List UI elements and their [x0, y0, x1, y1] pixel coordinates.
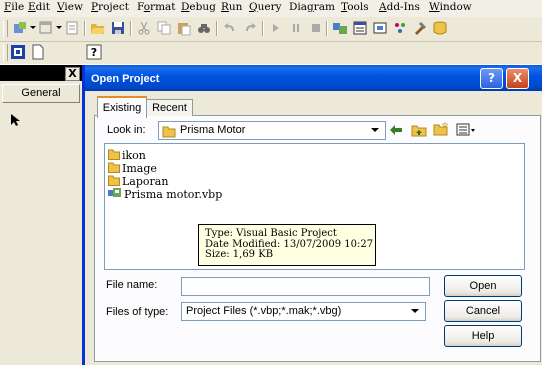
- toolbar-grip[interactable]: [3, 44, 8, 61]
- find-icon[interactable]: [196, 20, 212, 36]
- menu-editor-icon[interactable]: [64, 20, 80, 36]
- tooltip-type: Type: Visual Basic Project: [205, 228, 337, 239]
- project-explorer-icon[interactable]: [332, 20, 348, 36]
- folder-icon: [162, 123, 176, 142]
- file-name: ikon: [122, 149, 146, 162]
- open-folder-icon[interactable]: [90, 20, 106, 36]
- file-name: Prisma motor.vbp: [124, 188, 223, 201]
- list-item[interactable]: ikon: [108, 149, 146, 162]
- files-of-type-label: Files of type:: [106, 306, 169, 318]
- dropdown-arrow-icon[interactable]: [30, 26, 36, 29]
- cut-icon[interactable]: [136, 20, 152, 36]
- look-in-label: Look in:: [107, 124, 146, 136]
- menu-file[interactable]: File: [4, 1, 24, 13]
- folder-icon: [108, 162, 120, 176]
- toolbar-separator: [216, 21, 218, 36]
- file-name: Laporan: [122, 175, 169, 188]
- svg-text:?: ?: [91, 46, 97, 59]
- save-icon[interactable]: [110, 20, 126, 36]
- menu-bar: File Edit View Project Format Debug Run …: [0, 0, 542, 17]
- dialog-title: Open Project: [91, 73, 160, 85]
- menu-format[interactable]: Format: [137, 1, 176, 13]
- add-project-icon[interactable]: [12, 20, 28, 36]
- menu-query[interactable]: Query: [249, 1, 282, 13]
- help-icon[interactable]: ?: [86, 44, 102, 60]
- bring-to-front-icon[interactable]: [10, 44, 26, 60]
- start-icon[interactable]: [268, 20, 284, 36]
- properties-window-icon[interactable]: [352, 20, 368, 36]
- help-button[interactable]: Help: [444, 325, 522, 347]
- toolbox-general-tab[interactable]: General: [2, 84, 80, 103]
- open-button[interactable]: Open: [444, 275, 522, 297]
- new-document-icon[interactable]: [30, 44, 46, 60]
- vb-project-icon: [108, 187, 122, 202]
- menu-run[interactable]: Run: [221, 1, 242, 13]
- back-icon[interactable]: [389, 122, 403, 141]
- title-close-button[interactable]: X: [506, 68, 529, 89]
- form-editor-toolbar: ?: [0, 42, 542, 64]
- toolbox-icon[interactable]: [412, 20, 428, 36]
- undo-icon[interactable]: [222, 20, 238, 36]
- menu-diagram[interactable]: Diagram: [289, 1, 335, 13]
- cancel-button[interactable]: Cancel: [444, 300, 522, 322]
- toolbox-close-button[interactable]: X: [65, 67, 80, 81]
- file-name-input[interactable]: [181, 277, 430, 296]
- tooltip-size: Size: 1,69 KB: [205, 249, 274, 260]
- menu-view[interactable]: View: [57, 1, 83, 13]
- tab-existing[interactable]: Existing: [97, 96, 147, 118]
- view-menu-icon[interactable]: [456, 122, 476, 141]
- menu-edit[interactable]: Edit: [28, 1, 50, 13]
- paste-icon[interactable]: [176, 20, 192, 36]
- pointer-icon[interactable]: [10, 112, 22, 131]
- files-of-type-value: Project Files (*.vbp;*.mak;*.vbg): [186, 305, 342, 317]
- look-in-dropdown-button[interactable]: [367, 122, 382, 137]
- toolbox-panel: [0, 65, 83, 365]
- files-of-type-dropdown-button[interactable]: [407, 303, 422, 318]
- file-name-label: File name:: [106, 279, 158, 291]
- list-item[interactable]: Image: [108, 162, 157, 175]
- break-icon[interactable]: [288, 20, 304, 36]
- copy-icon[interactable]: [156, 20, 172, 36]
- toolbar-separator: [84, 21, 86, 36]
- menu-tools[interactable]: Tools: [341, 1, 369, 13]
- object-browser-icon[interactable]: [392, 20, 408, 36]
- title-help-button[interactable]: ?: [480, 68, 503, 89]
- standard-toolbar: [0, 17, 542, 42]
- menu-project[interactable]: Project: [91, 1, 129, 13]
- add-form-icon[interactable]: [38, 20, 54, 36]
- toolbar-grip[interactable]: [3, 20, 8, 37]
- up-one-level-icon[interactable]: [411, 122, 427, 141]
- tab-recent[interactable]: Recent: [146, 99, 193, 116]
- toolbar-separator: [262, 21, 264, 36]
- menu-debug[interactable]: Debug: [181, 1, 216, 13]
- look-in-value: Prisma Motor: [180, 124, 246, 136]
- list-item[interactable]: Prisma motor.vbp: [108, 188, 222, 201]
- form-layout-icon[interactable]: [372, 20, 388, 36]
- file-name: Image: [122, 162, 157, 175]
- menu-add-ins[interactable]: Add-Ins: [379, 1, 420, 13]
- menu-window[interactable]: Window: [429, 1, 472, 13]
- data-view-icon[interactable]: [432, 20, 448, 36]
- folder-icon: [108, 149, 120, 163]
- toolbar-separator: [130, 21, 132, 36]
- dropdown-arrow-icon[interactable]: [56, 26, 62, 29]
- file-info-tooltip: Type: Visual Basic Project Date Modified…: [198, 224, 376, 266]
- redo-icon[interactable]: [242, 20, 258, 36]
- toolbar-separator: [326, 21, 328, 36]
- new-folder-icon[interactable]: [433, 121, 450, 140]
- end-icon[interactable]: [308, 20, 324, 36]
